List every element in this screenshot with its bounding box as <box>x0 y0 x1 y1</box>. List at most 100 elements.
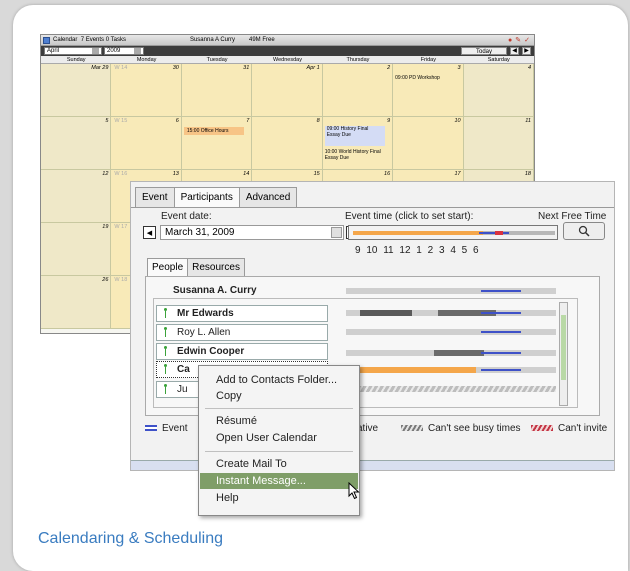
day-cell[interactable]: 26 <box>41 276 112 329</box>
participant-row[interactable]: Edwin Cooper <box>156 343 328 360</box>
participant-availability <box>346 350 556 356</box>
event-date-label: Event date: <box>161 211 212 222</box>
calendar-nav: April 2009 Today ◀ ▶ <box>41 46 534 56</box>
free-space: 49M Free <box>249 36 275 43</box>
person-icon <box>163 308 168 318</box>
tab-people[interactable]: People <box>147 258 189 276</box>
user-name: Susanna A Curry <box>189 36 235 43</box>
next-free-time-button[interactable] <box>563 222 605 240</box>
caption-title: Calendaring & Scheduling <box>38 530 224 547</box>
time-conflict-segment <box>495 231 503 235</box>
person-icon <box>163 364 168 374</box>
legend-cant-see: Can't see busy times <box>401 423 521 434</box>
event-time-bar[interactable] <box>348 225 558 240</box>
day-cell[interactable]: 31 <box>181 64 253 117</box>
calendar-icon <box>43 36 50 44</box>
participant-row[interactable]: Mr Edwards <box>156 305 328 322</box>
magnifier-icon <box>578 225 590 237</box>
weekday-label: Thursday <box>346 57 370 63</box>
weekday-label: Wednesday <box>273 57 302 63</box>
alert-icon[interactable]: ● <box>508 35 512 46</box>
person-icon <box>163 346 168 356</box>
day-cell[interactable]: W 15 6 <box>111 117 182 170</box>
calendar-titlebar: Calendar 7 Events 0 Tasks Susanna A Curr… <box>41 35 534 46</box>
tools-icon[interactable]: ✓ <box>524 35 530 46</box>
participant-row[interactable]: Roy L. Allen <box>156 324 328 341</box>
event-pd-workshop[interactable]: 09:00 PD Workshop <box>395 75 440 81</box>
day-cell[interactable]: 10 <box>393 117 464 170</box>
participant-subtabs: People Resources <box>147 258 245 276</box>
year-select[interactable]: 2009 <box>104 47 144 55</box>
weekday-header: Sunday Monday Tuesday Wednesday Thursday… <box>41 56 534 64</box>
participant-availability <box>346 329 556 335</box>
tab-participants[interactable]: Participants <box>173 187 240 207</box>
event-history-essay[interactable]: 09:00 History Final Essay Due <box>324 126 385 146</box>
next-month-button[interactable]: ▶ <box>522 47 531 55</box>
legend-event: Event <box>145 423 188 434</box>
today-button[interactable]: Today <box>461 47 507 55</box>
weekday-label: Friday <box>420 57 436 63</box>
day-cell[interactable]: 12 <box>41 170 112 223</box>
menu-copy[interactable]: Copy <box>200 388 358 404</box>
event-office-hours[interactable]: 15:00 Office Hours <box>183 127 244 135</box>
weekday-label: Tuesday <box>206 57 228 63</box>
menu-separator <box>205 408 353 409</box>
menu-separator <box>205 451 353 452</box>
person-icon <box>163 384 168 394</box>
day-cell[interactable]: W 14 30 <box>111 64 182 117</box>
prev-month-button[interactable]: ◀ <box>510 47 519 55</box>
day-cell[interactable]: 9 09:00 History Final Essay Due 10:00 Wo… <box>322 117 394 170</box>
legend-cant-invite: Can't invite <box>531 423 607 434</box>
dialog-tabs: Event Participants Advanced <box>135 187 298 207</box>
weekday-label: Monday <box>136 57 157 63</box>
day-cell[interactable]: 11 <box>463 117 534 170</box>
organizer-availability <box>346 288 556 294</box>
day-cell[interactable]: Apr 1 <box>252 64 323 117</box>
edit-icon[interactable]: ✎ <box>515 35 521 46</box>
tab-event[interactable]: Event <box>135 187 175 207</box>
day-cell[interactable]: 5 <box>41 117 112 170</box>
tab-resources[interactable]: Resources <box>187 258 245 276</box>
weekday-label: Sunday <box>66 57 86 63</box>
participant-scrollbar[interactable] <box>559 302 568 406</box>
day-cell[interactable]: 7 15:00 Office Hours <box>181 117 253 170</box>
day-cell[interactable]: 3 09:00 PD Workshop <box>393 64 464 117</box>
calendar-title: Calendar <box>53 36 78 43</box>
tab-advanced[interactable]: Advanced <box>238 187 298 207</box>
scrollbar-thumb[interactable] <box>561 315 566 380</box>
menu-add-to-contacts[interactable]: Add to Contacts Folder... <box>200 372 358 388</box>
menu-help[interactable]: Help <box>200 490 358 506</box>
day-cell[interactable]: 8 <box>252 117 323 170</box>
participant-availability <box>346 310 556 316</box>
participant-availability <box>346 386 556 392</box>
events-count: 7 Events <box>80 36 105 43</box>
person-icon <box>163 327 168 337</box>
time-busy-segment <box>353 231 483 235</box>
day-cell[interactable]: 4 <box>463 64 534 117</box>
time-event-segment <box>479 232 509 234</box>
mouse-pointer-icon <box>348 482 360 500</box>
day-cell[interactable]: 19 <box>41 223 112 276</box>
event-world-history[interactable]: 10:00 World History Final Essay Due <box>325 149 385 161</box>
next-free-time-label: Next Free Time <box>538 211 607 222</box>
event-time-label: Event time (click to set start): <box>345 211 474 222</box>
menu-resume[interactable]: Résumé <box>200 413 358 429</box>
participant-availability <box>346 367 556 373</box>
calendar-picker-icon[interactable] <box>331 227 342 238</box>
organizer-name: Susanna A. Curry <box>173 285 257 296</box>
context-menu: Add to Contacts Folder... Copy Résumé Op… <box>198 365 360 516</box>
month-select[interactable]: April <box>44 47 102 55</box>
date-row: ◀ March 31, 2009 ▶ <box>143 225 359 240</box>
legend-tentative: ative <box>357 423 379 434</box>
menu-instant-message[interactable]: Instant Message... <box>200 473 358 489</box>
weekday-label: Saturday <box>487 57 510 63</box>
day-cell[interactable]: Mar 29 <box>41 64 112 117</box>
menu-create-mail-to[interactable]: Create Mail To <box>200 456 358 472</box>
chevron-down-icon <box>92 48 99 54</box>
hour-ticks: 9 10 11 12 1 2 3 4 5 6 <box>355 245 479 256</box>
tasks-count: 0 Tasks <box>105 36 126 43</box>
day-cell[interactable]: 2 <box>322 64 394 117</box>
prev-date-button[interactable]: ◀ <box>143 226 156 239</box>
menu-open-user-calendar[interactable]: Open User Calendar <box>200 430 358 446</box>
event-date-field[interactable]: March 31, 2009 <box>160 225 344 240</box>
